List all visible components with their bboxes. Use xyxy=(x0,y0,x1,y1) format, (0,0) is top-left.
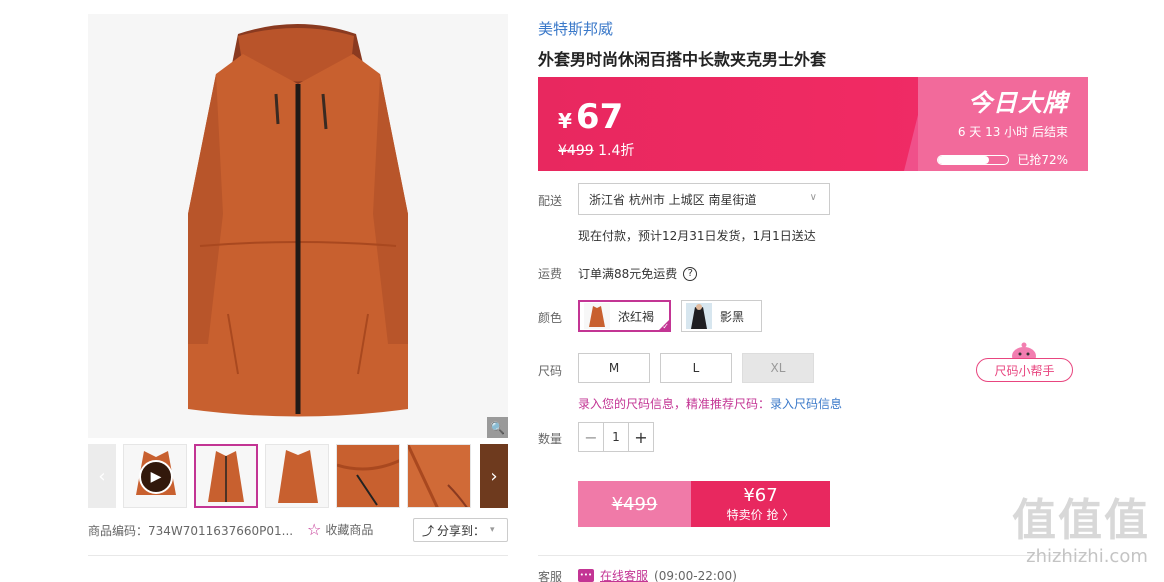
thumbnail-strip: ‹ ▶ › xyxy=(88,444,508,508)
thumbnail-image xyxy=(196,446,256,506)
favorite-label: 收藏商品 xyxy=(325,523,374,537)
size-option-l[interactable]: L xyxy=(660,353,732,383)
buy-now-price: ¥67 xyxy=(743,484,778,506)
current-price: ¥ 67 xyxy=(558,97,623,137)
shipping-note: 现在付款，预计12月31日发货，1月1日送达 xyxy=(578,229,816,243)
caret-down-icon: ▾ xyxy=(490,525,495,535)
currency-symbol: ¥ xyxy=(558,109,572,133)
thumbnail-back[interactable] xyxy=(265,444,329,508)
size-helper-button[interactable]: 尺码小帮手 xyxy=(976,341,1073,383)
color-option-label: 浓红褐 xyxy=(618,309,655,324)
brand-link[interactable]: 美特斯邦威 xyxy=(538,18,613,39)
check-icon: ✓ xyxy=(662,322,669,331)
color-label: 颜色 xyxy=(538,311,563,325)
watermark-url: zhizhizhi.com xyxy=(1026,546,1148,567)
color-option-black[interactable]: 影黑 xyxy=(681,300,762,332)
countdown-timer: 6 天 13 小时 后结束 xyxy=(957,125,1068,139)
quantity-label: 数量 xyxy=(538,432,563,446)
service-label: 客服 xyxy=(538,570,563,582)
divider xyxy=(88,555,508,556)
share-label: 分享到： xyxy=(437,523,486,538)
thumbnail-video[interactable]: ▶ xyxy=(123,444,187,508)
share-icon: ⤴ xyxy=(422,523,435,538)
color-option-rust[interactable]: 浓红褐 ✓ xyxy=(578,300,671,332)
price-banner: ¥ 67 ¥499 1.4折 今日大牌 6 天 13 小时 后结束 已抢72% xyxy=(538,77,1088,171)
size-tip: 录入您的尺码信息，精准推荐尺码：录入尺码信息 xyxy=(578,395,842,412)
chevron-down-icon: ∨ xyxy=(809,192,817,203)
quantity-input[interactable]: 1 xyxy=(603,423,629,451)
size-tip-text: 录入您的尺码信息，精准推荐尺码： xyxy=(578,397,771,411)
color-option-label: 影黑 xyxy=(720,309,745,324)
freight-text: 订单满88元免运费 xyxy=(578,267,678,281)
swatch-image xyxy=(686,303,712,329)
online-service-link[interactable]: 在线客服 xyxy=(600,567,648,582)
chat-icon: ••• xyxy=(578,569,594,582)
original-price: ¥499 1.4折 xyxy=(558,140,634,160)
thumbnail-image xyxy=(408,445,470,507)
zoom-icon[interactable]: 🔍 xyxy=(487,417,508,438)
delivery-label: 配送 xyxy=(538,194,563,208)
buy-original-price: ¥499 xyxy=(578,481,691,527)
chevron-right-icon: › xyxy=(490,465,498,487)
sold-progress-bar xyxy=(937,154,1010,165)
share-dropdown[interactable]: ⤴ 分享到： ▾ xyxy=(413,518,508,542)
service-hours: (09:00-22:00) xyxy=(654,568,737,582)
discount-value: 1.4折 xyxy=(598,143,635,159)
minus-icon[interactable]: − xyxy=(579,423,603,451)
star-icon: ☆ xyxy=(307,520,322,539)
watermark: 值值值 zhizhizhi.com xyxy=(1012,496,1162,582)
freight-label: 运费 xyxy=(538,267,563,281)
divider xyxy=(538,555,1088,556)
promo-title: 今日大牌 xyxy=(968,89,1068,117)
jacket-illustration xyxy=(88,14,508,438)
size-helper-label: 尺码小帮手 xyxy=(976,358,1073,382)
sku-code: 商品编码：734W7011637660P01... xyxy=(88,524,294,538)
swatch-image xyxy=(584,303,610,329)
thumbnail-image xyxy=(337,445,399,507)
size-label: 尺码 xyxy=(538,364,563,378)
play-icon[interactable]: ▶ xyxy=(139,460,173,494)
watermark-logo: 值值值 xyxy=(1012,495,1150,546)
buy-now-button[interactable]: ¥67 特卖价 抢 〉 xyxy=(691,481,830,527)
help-icon[interactable]: ? xyxy=(683,266,698,281)
thumbnail-next-button[interactable]: › xyxy=(480,444,508,508)
thumbnail-image xyxy=(266,445,328,507)
sold-progress-fill xyxy=(938,155,989,164)
chevron-left-icon: ‹ xyxy=(98,465,106,487)
size-option-xl: XL xyxy=(742,353,814,383)
buy-now-label: 特卖价 抢 〉 xyxy=(726,507,795,522)
quantity-stepper: − 1 + xyxy=(578,422,654,452)
size-entry-link[interactable]: 录入尺码信息 xyxy=(770,397,842,411)
product-title: 外套男时尚休闲百搭中长款夹克男士外套 xyxy=(538,50,827,69)
sold-progress: 已抢72% xyxy=(937,151,1068,168)
thumbnail-detail-1[interactable] xyxy=(336,444,400,508)
buy-bar: ¥499 ¥67 特卖价 抢 〉 xyxy=(578,481,830,527)
thumbnail-prev-button[interactable]: ‹ xyxy=(88,444,116,508)
thumbnail-front[interactable] xyxy=(194,444,258,508)
freight-info: 订单满88元免运费 ? xyxy=(578,265,698,282)
main-product-image[interactable] xyxy=(88,14,508,438)
thumbnail-detail-2[interactable] xyxy=(407,444,471,508)
favorite-button[interactable]: ☆ 收藏商品 xyxy=(307,520,373,539)
sold-progress-label: 已抢72% xyxy=(1017,153,1068,167)
current-price-value: 67 xyxy=(575,97,624,137)
size-option-m[interactable]: M xyxy=(578,353,650,383)
address-select[interactable]: 浙江省 杭州市 上城区 南星街道 ∨ xyxy=(578,183,830,215)
customer-service: ••• 在线客服 (09:00-22:00) xyxy=(578,567,737,582)
original-price-value: ¥499 xyxy=(558,143,594,159)
address-value: 浙江省 杭州市 上城区 南星街道 xyxy=(589,192,757,207)
plus-icon[interactable]: + xyxy=(629,423,653,451)
